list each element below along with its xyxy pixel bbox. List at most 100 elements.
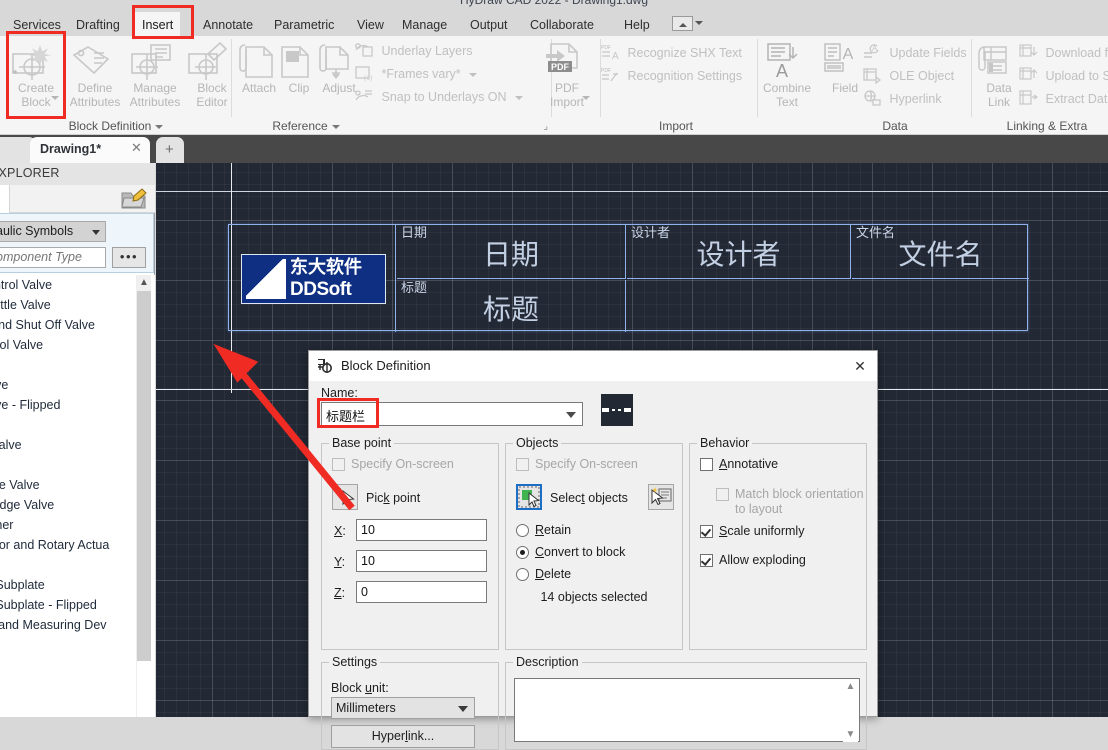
document-tab-drawing1[interactable]: Drawing1* ✕ (30, 137, 150, 163)
x-input[interactable]: 10 (356, 519, 487, 541)
objects-radio-retain[interactable] (516, 524, 529, 537)
list-item[interactable]: Control Valve (0, 275, 155, 295)
objects-radio-convert[interactable] (516, 546, 529, 559)
description-scrollbar[interactable]: ▲ ▼ (843, 680, 858, 742)
hyperlink-button[interactable]: Hyperlink... (331, 725, 475, 748)
block-name-combobox[interactable]: 标题栏 (321, 402, 583, 426)
list-item[interactable]: Valve - Flipped (0, 395, 155, 415)
objects-specify-onscreen-checkbox[interactable] (516, 458, 529, 471)
chevron-up-icon[interactable]: ▲ (843, 680, 858, 694)
viewport-dropdown-icon[interactable] (672, 16, 704, 31)
description-textarea[interactable]: ▲ ▼ (514, 678, 860, 742)
y-input[interactable]: 10 (356, 550, 487, 572)
hyperlink-button[interactable]: Hyperlink (862, 88, 942, 110)
recognition-settings-icon: PDF (600, 66, 620, 84)
base-point-group: Base point Specify On-screen Pick point … (321, 436, 499, 650)
svg-text:PDF: PDF (601, 45, 611, 51)
download-from-source-icon (1018, 43, 1038, 61)
ole-object-button[interactable]: OLE Object (862, 65, 954, 87)
define-attributes-label-2: Attributes (69, 95, 121, 109)
list-item[interactable]: or (0, 635, 155, 655)
create-block-dropdown-icon[interactable] (51, 96, 59, 100)
frames-vary-button[interactable]: (x) *Frames vary* (354, 63, 478, 85)
pdf-import-dropdown-icon[interactable] (582, 96, 590, 100)
open-folder-icon[interactable] (121, 187, 147, 211)
scrollbar-thumb[interactable] (137, 291, 151, 661)
list-item[interactable]: nd Subplate (0, 575, 155, 595)
tab-annotate[interactable]: Annotate (196, 12, 260, 36)
tab-output[interactable]: Output (463, 12, 515, 36)
list-item[interactable]: ridge Valve (0, 475, 155, 495)
list-item[interactable]: tch and Measuring Dev (0, 615, 155, 635)
pdf-import-button[interactable]: PDF PDF Import (540, 38, 594, 114)
ribbon-group-label-linking: Linking & Extra (1006, 119, 1088, 133)
list-item[interactable] (0, 555, 155, 575)
base-specify-onscreen-checkbox[interactable] (332, 458, 345, 471)
chevron-down-icon[interactable] (469, 72, 478, 77)
behavior-annotative-checkbox[interactable] (700, 458, 713, 471)
tab-services[interactable]: Services (6, 12, 68, 36)
pick-point-icon[interactable] (332, 484, 358, 510)
tab-manage[interactable]: Manage (395, 12, 454, 36)
tab-insert[interactable]: Insert (135, 12, 181, 36)
behavior-match-orientation-checkbox[interactable] (716, 488, 729, 501)
category-select[interactable]: aulic Symbols (0, 221, 106, 242)
list-item[interactable]: trainer (0, 515, 155, 535)
update-fields-button[interactable]: A Update Fields (862, 42, 967, 64)
list-item[interactable]: Motor and Rotary Actua (0, 535, 155, 555)
tab-view[interactable]: View (350, 12, 391, 36)
chevron-down-icon[interactable] (566, 412, 576, 418)
symbol-list-scrollbar[interactable]: ▲ (136, 275, 151, 717)
ribbon-tab-bar: Services Drafting Insert Annotate Parame… (0, 12, 1108, 36)
z-input[interactable]: 0 (356, 581, 487, 603)
block-unit-select[interactable]: Millimeters (331, 697, 475, 719)
extract-data-button[interactable]: Extract Dat (1018, 88, 1107, 110)
upload-to-source-button[interactable]: Upload to S (1018, 65, 1108, 87)
tab-collaborate[interactable]: Collaborate (523, 12, 601, 36)
create-block-button[interactable]: Create Block (9, 38, 63, 114)
component-type-input[interactable]: omponent Type (0, 247, 106, 268)
list-item[interactable]: Valve (0, 375, 155, 395)
chevron-up-icon[interactable]: ▲ (137, 275, 151, 291)
underlay-layers-button[interactable]: Underlay Layers (354, 40, 473, 62)
list-item[interactable]: e (0, 455, 155, 475)
behavior-scale-uniformly-checkbox[interactable] (700, 525, 713, 538)
select-objects-icon[interactable] (516, 484, 542, 510)
cell-value: 日期 (482, 238, 539, 271)
list-item[interactable]: ent (0, 355, 155, 375)
list-item[interactable]: al Valve (0, 435, 155, 455)
preview-dash-line (601, 408, 633, 412)
category-select-value: aulic Symbols (0, 224, 74, 238)
close-icon[interactable]: ✕ (130, 141, 143, 154)
tab-drafting[interactable]: Drafting (69, 12, 127, 36)
new-tab-button[interactable]: + (156, 137, 184, 163)
list-item[interactable]: Shuttle Valve (0, 295, 155, 315)
symbol-list[interactable]: Control Valve Shuttle Valve ol and Shut … (0, 275, 155, 717)
manage-attributes-button[interactable]: Manage Attributes (128, 38, 182, 114)
browse-button[interactable]: ••• (112, 247, 146, 268)
list-item[interactable]: artridge Valve (0, 495, 155, 515)
chevron-down-icon[interactable] (515, 95, 524, 100)
download-from-source-button[interactable]: Download f (1018, 42, 1108, 64)
recognition-settings-button[interactable]: PDF Recognition Settings (600, 65, 742, 87)
snap-to-underlays-button[interactable]: Snap to Underlays ON (354, 86, 524, 108)
select-objects-label: Select objects (550, 491, 628, 505)
chevron-down-icon[interactable]: ▼ (843, 728, 858, 742)
objects-radio-delete[interactable] (516, 568, 529, 581)
tab-parametric[interactable]: Parametric (267, 12, 341, 36)
define-attributes-button[interactable]: Define Attributes (68, 38, 122, 114)
panel-tab-stub[interactable] (0, 185, 10, 213)
recognize-shx-text-button[interactable]: PDF A Recognize SHX Text (600, 42, 742, 64)
tab-help[interactable]: Help (617, 12, 657, 36)
close-icon[interactable]: ✕ (849, 357, 871, 375)
list-item[interactable]: e (0, 415, 155, 435)
title-block[interactable]: 东大软件 DDSoft 日期 日期 标题 标题 设计者 设计者 文件名 文件名 (228, 224, 1029, 332)
quick-select-icon[interactable] (648, 484, 674, 510)
combine-text-button[interactable]: A Combine Text (760, 38, 814, 114)
list-item[interactable]: nd Subplate - Flipped (0, 595, 155, 615)
chevron-down-icon[interactable] (331, 124, 340, 129)
list-item[interactable]: ol and Shut Off Valve (0, 315, 155, 335)
list-item[interactable]: ontrol Valve (0, 335, 155, 355)
ribbon-group-import: PDF PDF Import PDF A Recognize SHX Text … (540, 36, 820, 135)
behavior-allow-exploding-checkbox[interactable] (700, 554, 713, 567)
